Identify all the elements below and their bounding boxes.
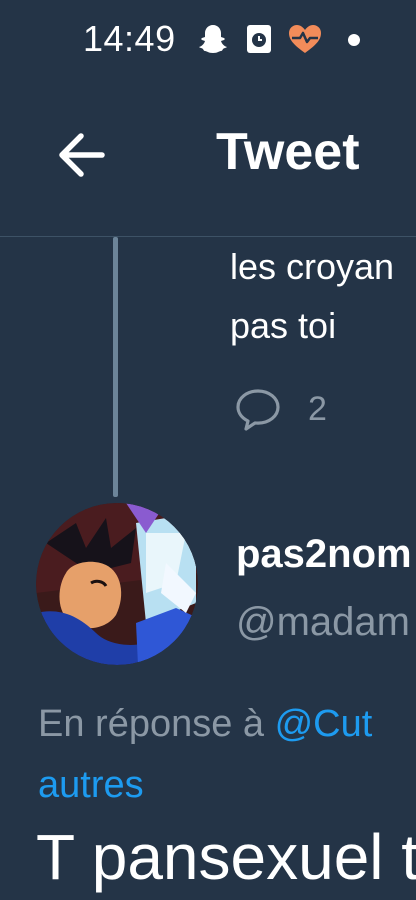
status-time: 14:49 bbox=[83, 18, 176, 59]
tweet-body-text: T pansexuel t bbox=[36, 821, 416, 893]
tweet-header: Tweet bbox=[0, 80, 416, 237]
health-heart-icon bbox=[289, 25, 321, 53]
reply-to-label: En réponse à bbox=[38, 703, 275, 745]
previous-tweet-text-line: les croyan bbox=[230, 246, 395, 287]
avatar[interactable] bbox=[36, 503, 198, 665]
reply-to-others-link[interactable]: autres bbox=[38, 764, 144, 807]
reply-to-line: En réponse à @Cut bbox=[38, 703, 372, 746]
back-button[interactable] bbox=[52, 124, 114, 186]
page-title: Tweet bbox=[216, 123, 360, 181]
clock-app-icon bbox=[247, 25, 271, 53]
previous-tweet-text-line: pas toi bbox=[230, 305, 337, 346]
author-name[interactable]: pas2nom bbox=[236, 532, 412, 577]
comment-bubble-icon bbox=[236, 389, 280, 431]
notification-dot-icon bbox=[348, 34, 360, 46]
arrow-left-icon bbox=[59, 133, 105, 177]
snapchat-icon bbox=[199, 25, 227, 53]
reply-to-mention-link[interactable]: @Cut bbox=[275, 703, 373, 745]
thread-connector-line bbox=[113, 237, 118, 497]
status-bar: 14:49 bbox=[0, 0, 416, 80]
reply-button[interactable] bbox=[234, 387, 282, 433]
author-handle[interactable]: @madam bbox=[236, 600, 410, 645]
reply-count: 2 bbox=[308, 390, 327, 428]
